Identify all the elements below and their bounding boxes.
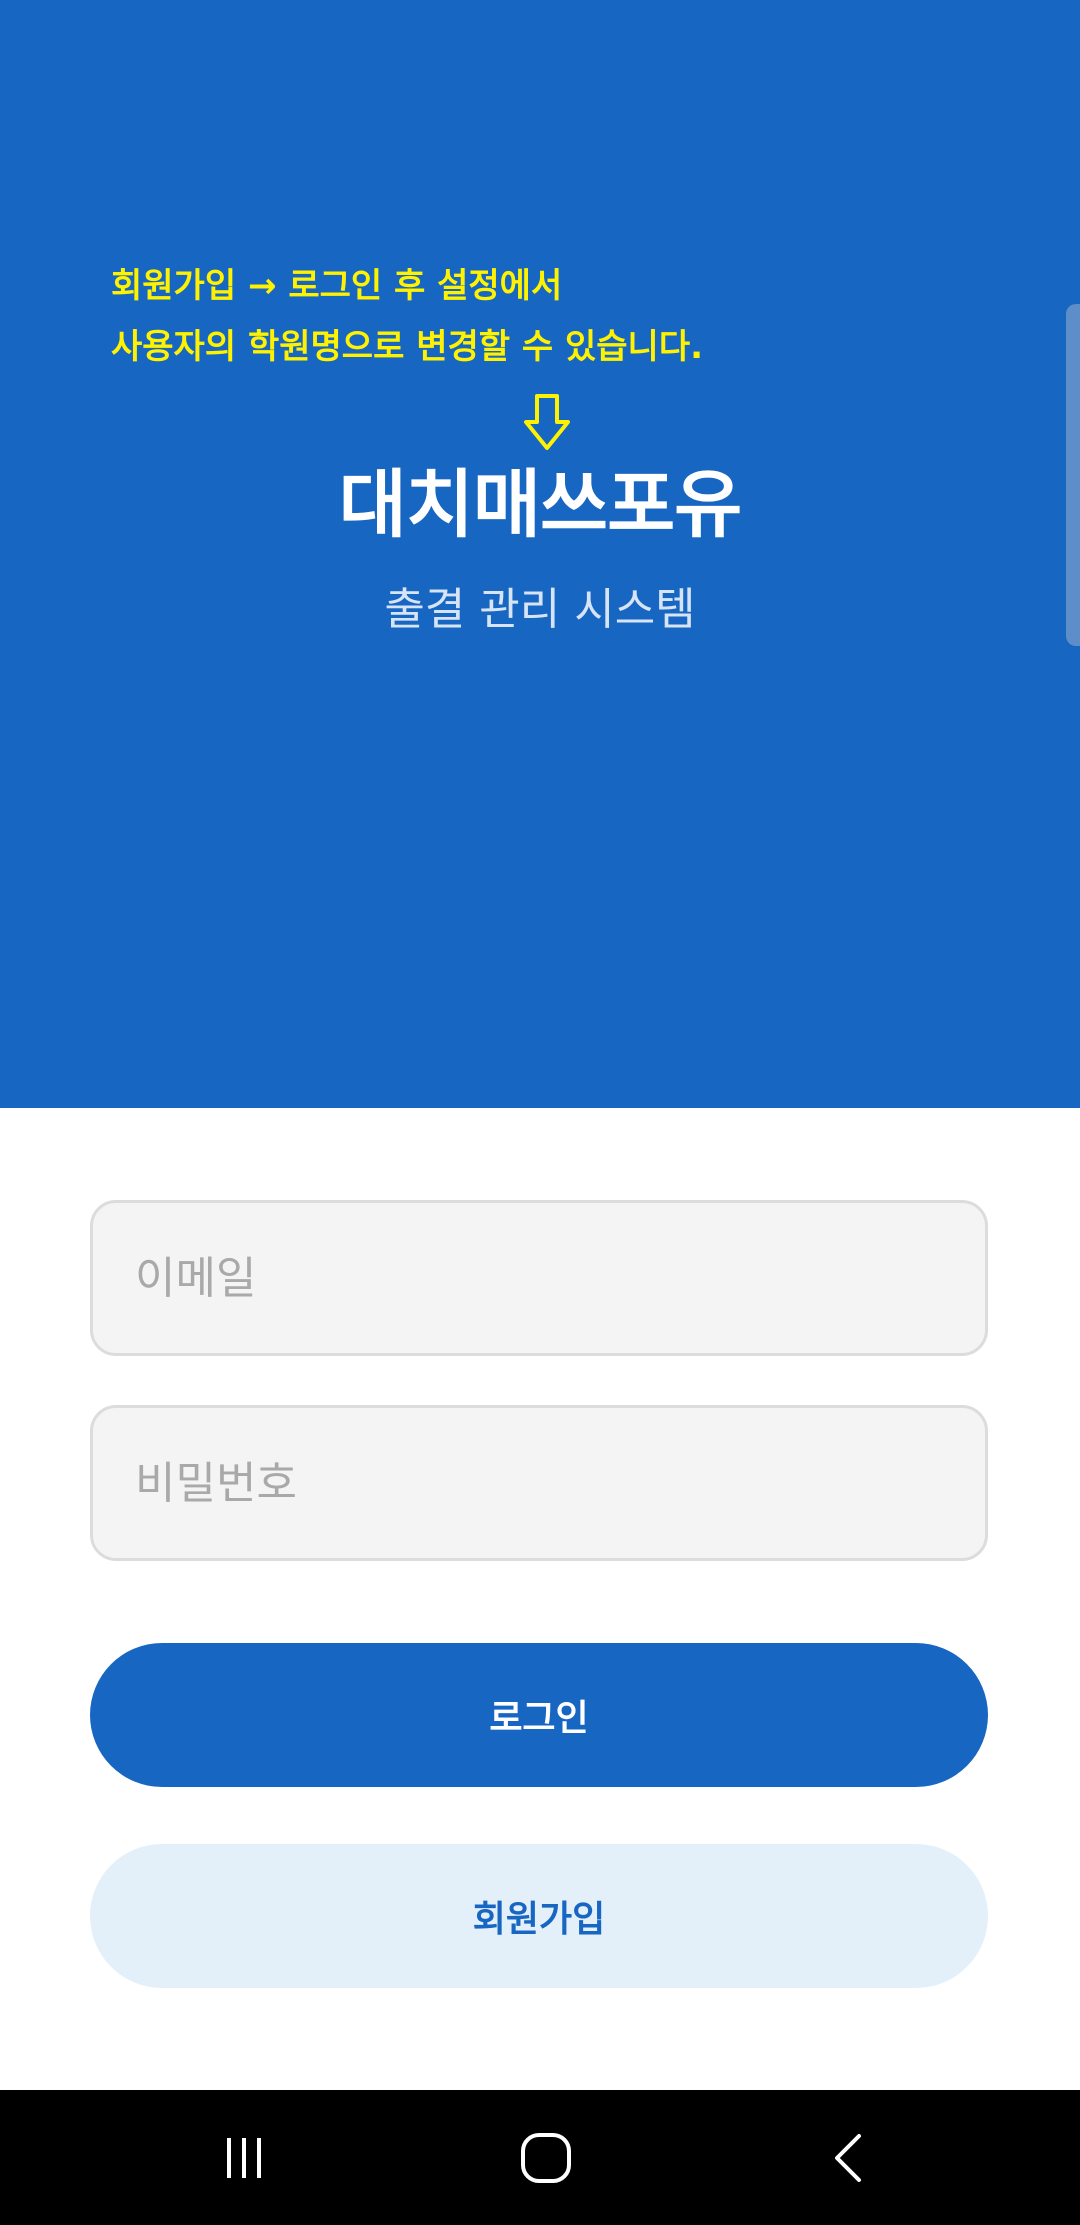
down-arrow-icon (524, 394, 570, 450)
login-button[interactable]: 로그인 (90, 1643, 988, 1787)
annotation-line-1: 회원가입 → 로그인 후 설정에서 (111, 266, 562, 306)
annotation-login-text: 로그인 후 설정에서 (288, 266, 563, 306)
annotation-signup-text: 회원가입 (111, 266, 237, 306)
back-icon (835, 2133, 861, 2182)
recent-apps-icon (227, 2137, 261, 2178)
system-navigation-bar (0, 2090, 1080, 2225)
hero-header: 회원가입 → 로그인 후 설정에서 사용자의 학원명으로 변경할 수 있습니다.… (0, 0, 1080, 1108)
login-screen: 회원가입 → 로그인 후 설정에서 사용자의 학원명으로 변경할 수 있습니다.… (0, 0, 1080, 2225)
app-subtitle: 출결 관리 시스템 (384, 584, 696, 635)
back-button[interactable] (750, 2090, 950, 2225)
home-icon (521, 2132, 571, 2183)
right-arrow-icon: → (247, 266, 277, 306)
annotation-line-2: 사용자의 학원명으로 변경할 수 있습니다. (111, 327, 704, 367)
recent-apps-button[interactable] (144, 2090, 344, 2225)
email-field[interactable] (90, 1200, 988, 1356)
home-button[interactable] (446, 2090, 646, 2225)
password-field[interactable] (90, 1405, 988, 1561)
signup-button[interactable]: 회원가입 (90, 1844, 988, 1988)
app-title: 대치매쓰포유 (338, 462, 742, 548)
